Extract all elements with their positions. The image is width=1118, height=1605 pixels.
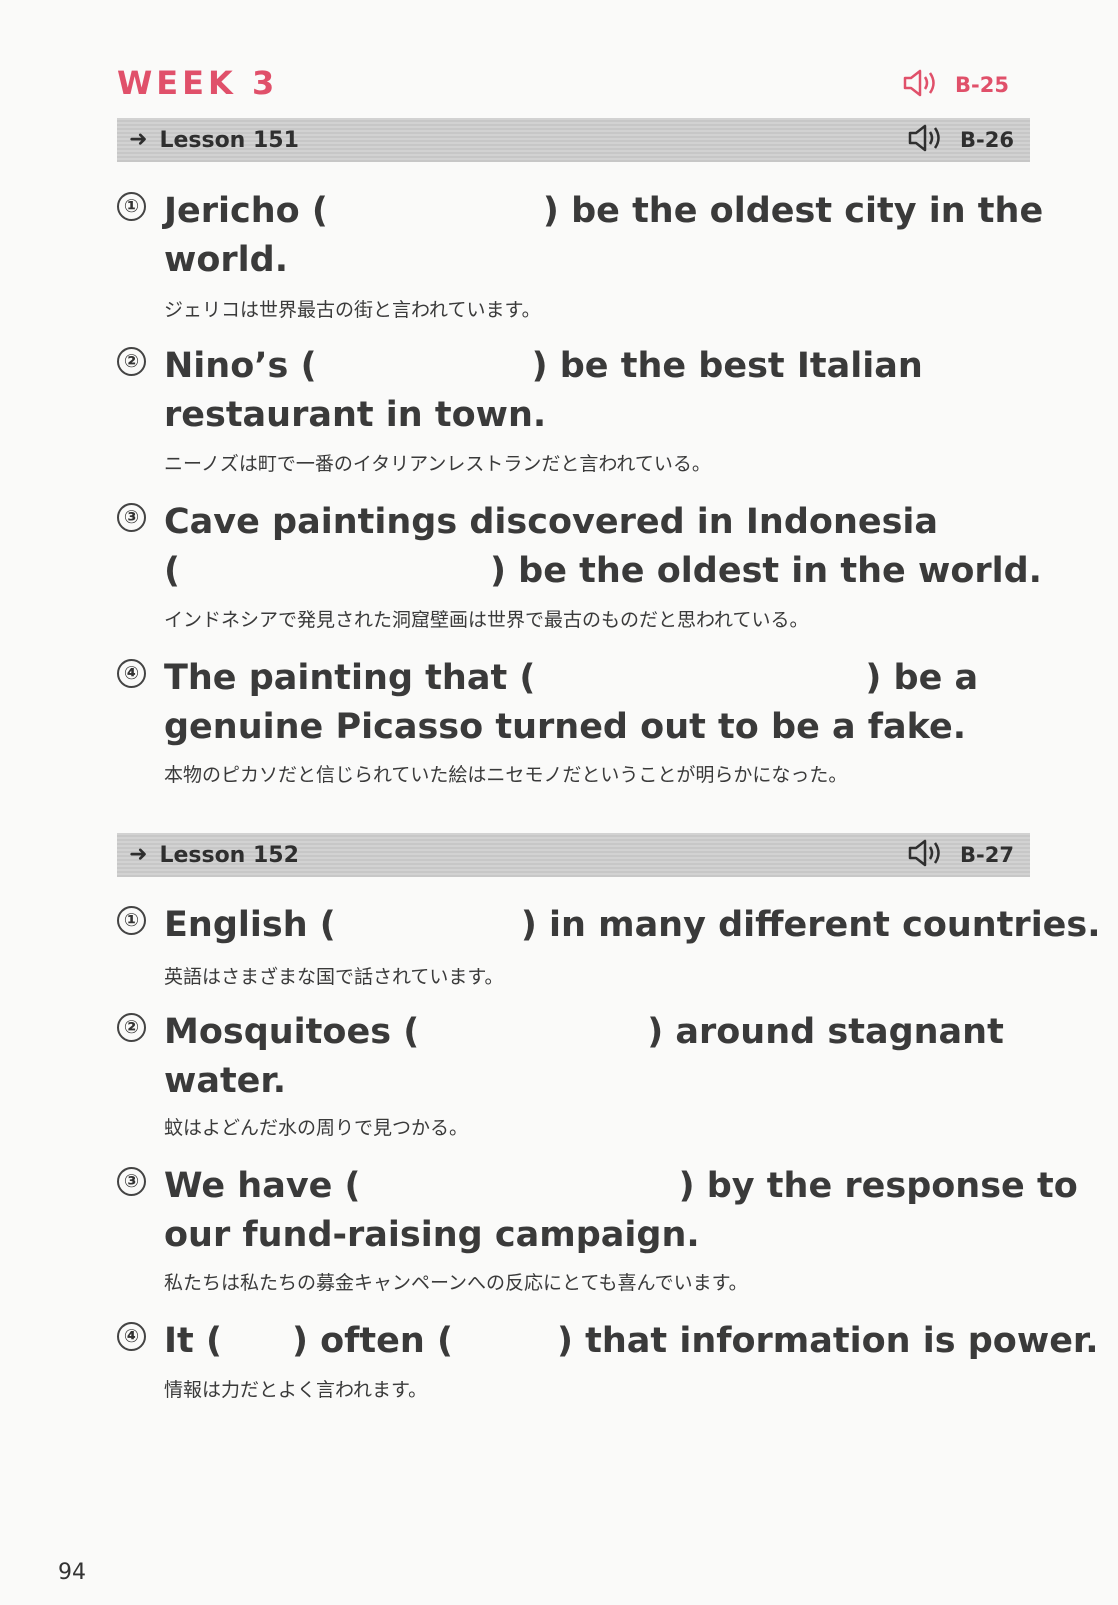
sentence-text: Mosquitoes ( [164, 1012, 420, 1052]
english-sentence: It ( ) often ( ) that information is power… [164, 1317, 1099, 1366]
lesson-bar-151: ➜ Lesson 151 B-26 [117, 118, 1030, 162]
sentence-text: It ( [164, 1321, 222, 1361]
sentence-text: ) be the best Italian [531, 346, 923, 386]
sentence-text: water. [164, 1061, 286, 1101]
item-number: ② [117, 347, 146, 376]
sentence-text: Jericho ( [164, 191, 328, 231]
sentence-text: ( [164, 551, 180, 591]
sentence-text: Nino’s ( [164, 346, 317, 386]
sentence-text: genuine Picasso turned out to be a fake. [164, 707, 967, 747]
japanese-translation: 蚊はよどんだ水の周りで見つかる。 [164, 1117, 469, 1139]
english-sentence: Mosquitoes ( ) around stagnant water. [164, 1008, 1032, 1106]
audio-track-lesson-151[interactable]: B-26 [908, 123, 1014, 157]
english-sentence: Cave paintings discovered in Indonesia (… [164, 498, 1042, 596]
item-number: ① [117, 906, 146, 935]
sentence-text: our fund-raising campaign. [164, 1215, 700, 1255]
sentence-text: world. [164, 240, 288, 280]
audio-code: B-27 [960, 843, 1014, 867]
audio-track-lesson-152[interactable]: B-27 [908, 838, 1014, 872]
japanese-translation: 情報は力だとよく言われます。 [164, 1379, 428, 1401]
item-number: ① [117, 192, 146, 221]
english-sentence: We have ( ) by the response to our fund-r… [164, 1162, 1078, 1260]
sentence-text: ) around stagnant [647, 1012, 1004, 1052]
japanese-translation: ジェリコは世界最古の街と言われています。 [164, 299, 541, 321]
sentence-text: ) be the oldest city in the [542, 191, 1044, 231]
english-sentence: English ( ) in many different countries. [164, 901, 1101, 950]
sentence-text: We have ( [164, 1166, 361, 1206]
japanese-translation: インドネシアで発見された洞窟壁画は世界で最古のものだと思われている。 [164, 609, 809, 631]
sentence-text: English ( [164, 905, 336, 945]
sentence-text: ) that information is power. [556, 1321, 1099, 1361]
sentence-text: ) by the response to [678, 1166, 1078, 1206]
item-number: ② [117, 1013, 146, 1042]
audio-code: B-26 [960, 128, 1014, 152]
item-number: ④ [117, 1322, 146, 1351]
sentence-text: ) be the oldest in the world. [490, 551, 1042, 591]
item-number: ④ [117, 659, 146, 688]
sentence-text: restaurant in town. [164, 395, 547, 435]
japanese-translation: 本物のピカソだと信じられていた絵はニセモノだということが明らかになった。 [164, 764, 848, 786]
arrow-right-icon: ➜ [129, 127, 148, 152]
english-sentence: Nino’s ( ) be the best Italian restaurant… [164, 342, 1032, 440]
japanese-translation: ニーノズは町で一番のイタリアンレストランだと言われている。 [164, 453, 711, 475]
audio-code: B-25 [955, 73, 1009, 97]
lesson-bar-152: ➜ Lesson 152 B-27 [117, 833, 1030, 877]
week-title: WEEK 3 [117, 64, 279, 102]
item-number: ③ [117, 503, 146, 532]
audio-track-week[interactable]: B-25 [903, 68, 1009, 102]
sentence-text: ) often ( [291, 1321, 453, 1361]
speaker-icon [908, 123, 948, 157]
arrow-right-icon: ➜ [129, 842, 148, 867]
speaker-icon [903, 68, 943, 102]
speaker-icon [908, 838, 948, 872]
japanese-translation: 英語はさまざまな国で話されています。 [164, 966, 504, 988]
lesson-title: Lesson 152 [159, 842, 299, 868]
english-sentence: Jericho ( ) be the oldest city in the wor… [164, 187, 1043, 285]
page-number: 94 [58, 1560, 86, 1585]
lesson-title: Lesson 151 [159, 127, 299, 153]
sentence-text: ) in many different countries. [520, 905, 1101, 945]
sentence-text: The painting that ( [164, 658, 536, 698]
sentence-text: Cave paintings discovered in Indonesia [164, 502, 939, 542]
sentence-text: ) be a [865, 658, 979, 698]
english-sentence: The painting that ( ) be a genuine Picass… [164, 654, 1032, 752]
item-number: ③ [117, 1167, 146, 1196]
japanese-translation: 私たちは私たちの募金キャンペーンへの反応にとても喜んでいます。 [164, 1272, 748, 1294]
